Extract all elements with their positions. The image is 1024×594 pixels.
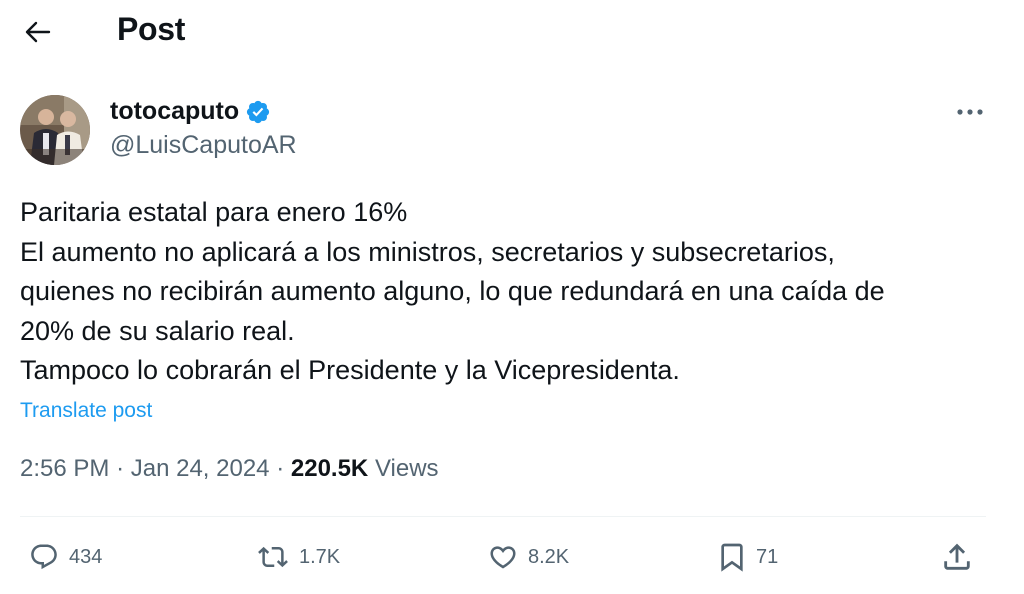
back-button[interactable] bbox=[18, 12, 58, 52]
post-line: Tampoco lo cobrarán el Presidente y la V… bbox=[20, 355, 680, 385]
more-horizontal-icon bbox=[957, 109, 983, 115]
post-line: 20% de su salario real. bbox=[20, 315, 295, 346]
like-button[interactable]: 8.2K bbox=[486, 537, 569, 577]
verified-badge-icon bbox=[247, 100, 270, 123]
page-title: Post bbox=[117, 11, 186, 47]
reply-icon bbox=[31, 544, 57, 570]
meta-separator: · bbox=[276, 455, 285, 482]
post-text: Paritaria estatal para enero 16% El aume… bbox=[20, 193, 1000, 391]
translate-post-link[interactable]: Translate post bbox=[20, 399, 152, 423]
divider bbox=[20, 516, 986, 517]
share-icon bbox=[944, 543, 970, 570]
post-line: Paritaria estatal para enero 16% bbox=[20, 197, 408, 227]
post-line: quienes no recibirán aumento alguno, lo … bbox=[20, 276, 885, 306]
author-name[interactable]: totocaputo bbox=[110, 97, 271, 126]
like-count: 8.2K bbox=[528, 545, 570, 568]
author-handle[interactable]: @LuisCaputoAR bbox=[110, 131, 297, 160]
arrow-left-icon bbox=[25, 21, 51, 43]
repost-icon bbox=[258, 546, 288, 568]
bookmark-button[interactable]: 71 bbox=[716, 537, 778, 577]
views-count[interactable]: 220.5K bbox=[291, 455, 368, 482]
bookmark-count: 71 bbox=[756, 545, 779, 568]
meta-separator: · bbox=[116, 455, 125, 482]
more-button[interactable] bbox=[952, 100, 988, 124]
reply-count: 434 bbox=[69, 545, 103, 568]
post-line: El aumento no aplicará a los ministros, … bbox=[20, 236, 835, 267]
avatar-image bbox=[20, 95, 90, 165]
post-time[interactable]: 2:56 PM bbox=[20, 455, 109, 482]
bookmark-icon bbox=[721, 543, 743, 572]
heart-icon bbox=[490, 546, 516, 569]
top-bar: Post bbox=[0, 0, 1024, 62]
repost-button[interactable]: 1.7K bbox=[255, 537, 340, 577]
author-name-text: totocaputo bbox=[110, 97, 240, 125]
repost-count: 1.7K bbox=[299, 545, 341, 568]
post-date[interactable]: Jan 24, 2024 bbox=[131, 455, 270, 482]
reply-button[interactable]: 434 bbox=[27, 537, 102, 577]
share-button[interactable] bbox=[940, 537, 974, 577]
views-label: Views bbox=[374, 455, 439, 482]
post-meta: 2:56 PM · Jan 24, 2024 · 220.5K Views bbox=[20, 455, 439, 483]
avatar[interactable] bbox=[20, 95, 90, 165]
